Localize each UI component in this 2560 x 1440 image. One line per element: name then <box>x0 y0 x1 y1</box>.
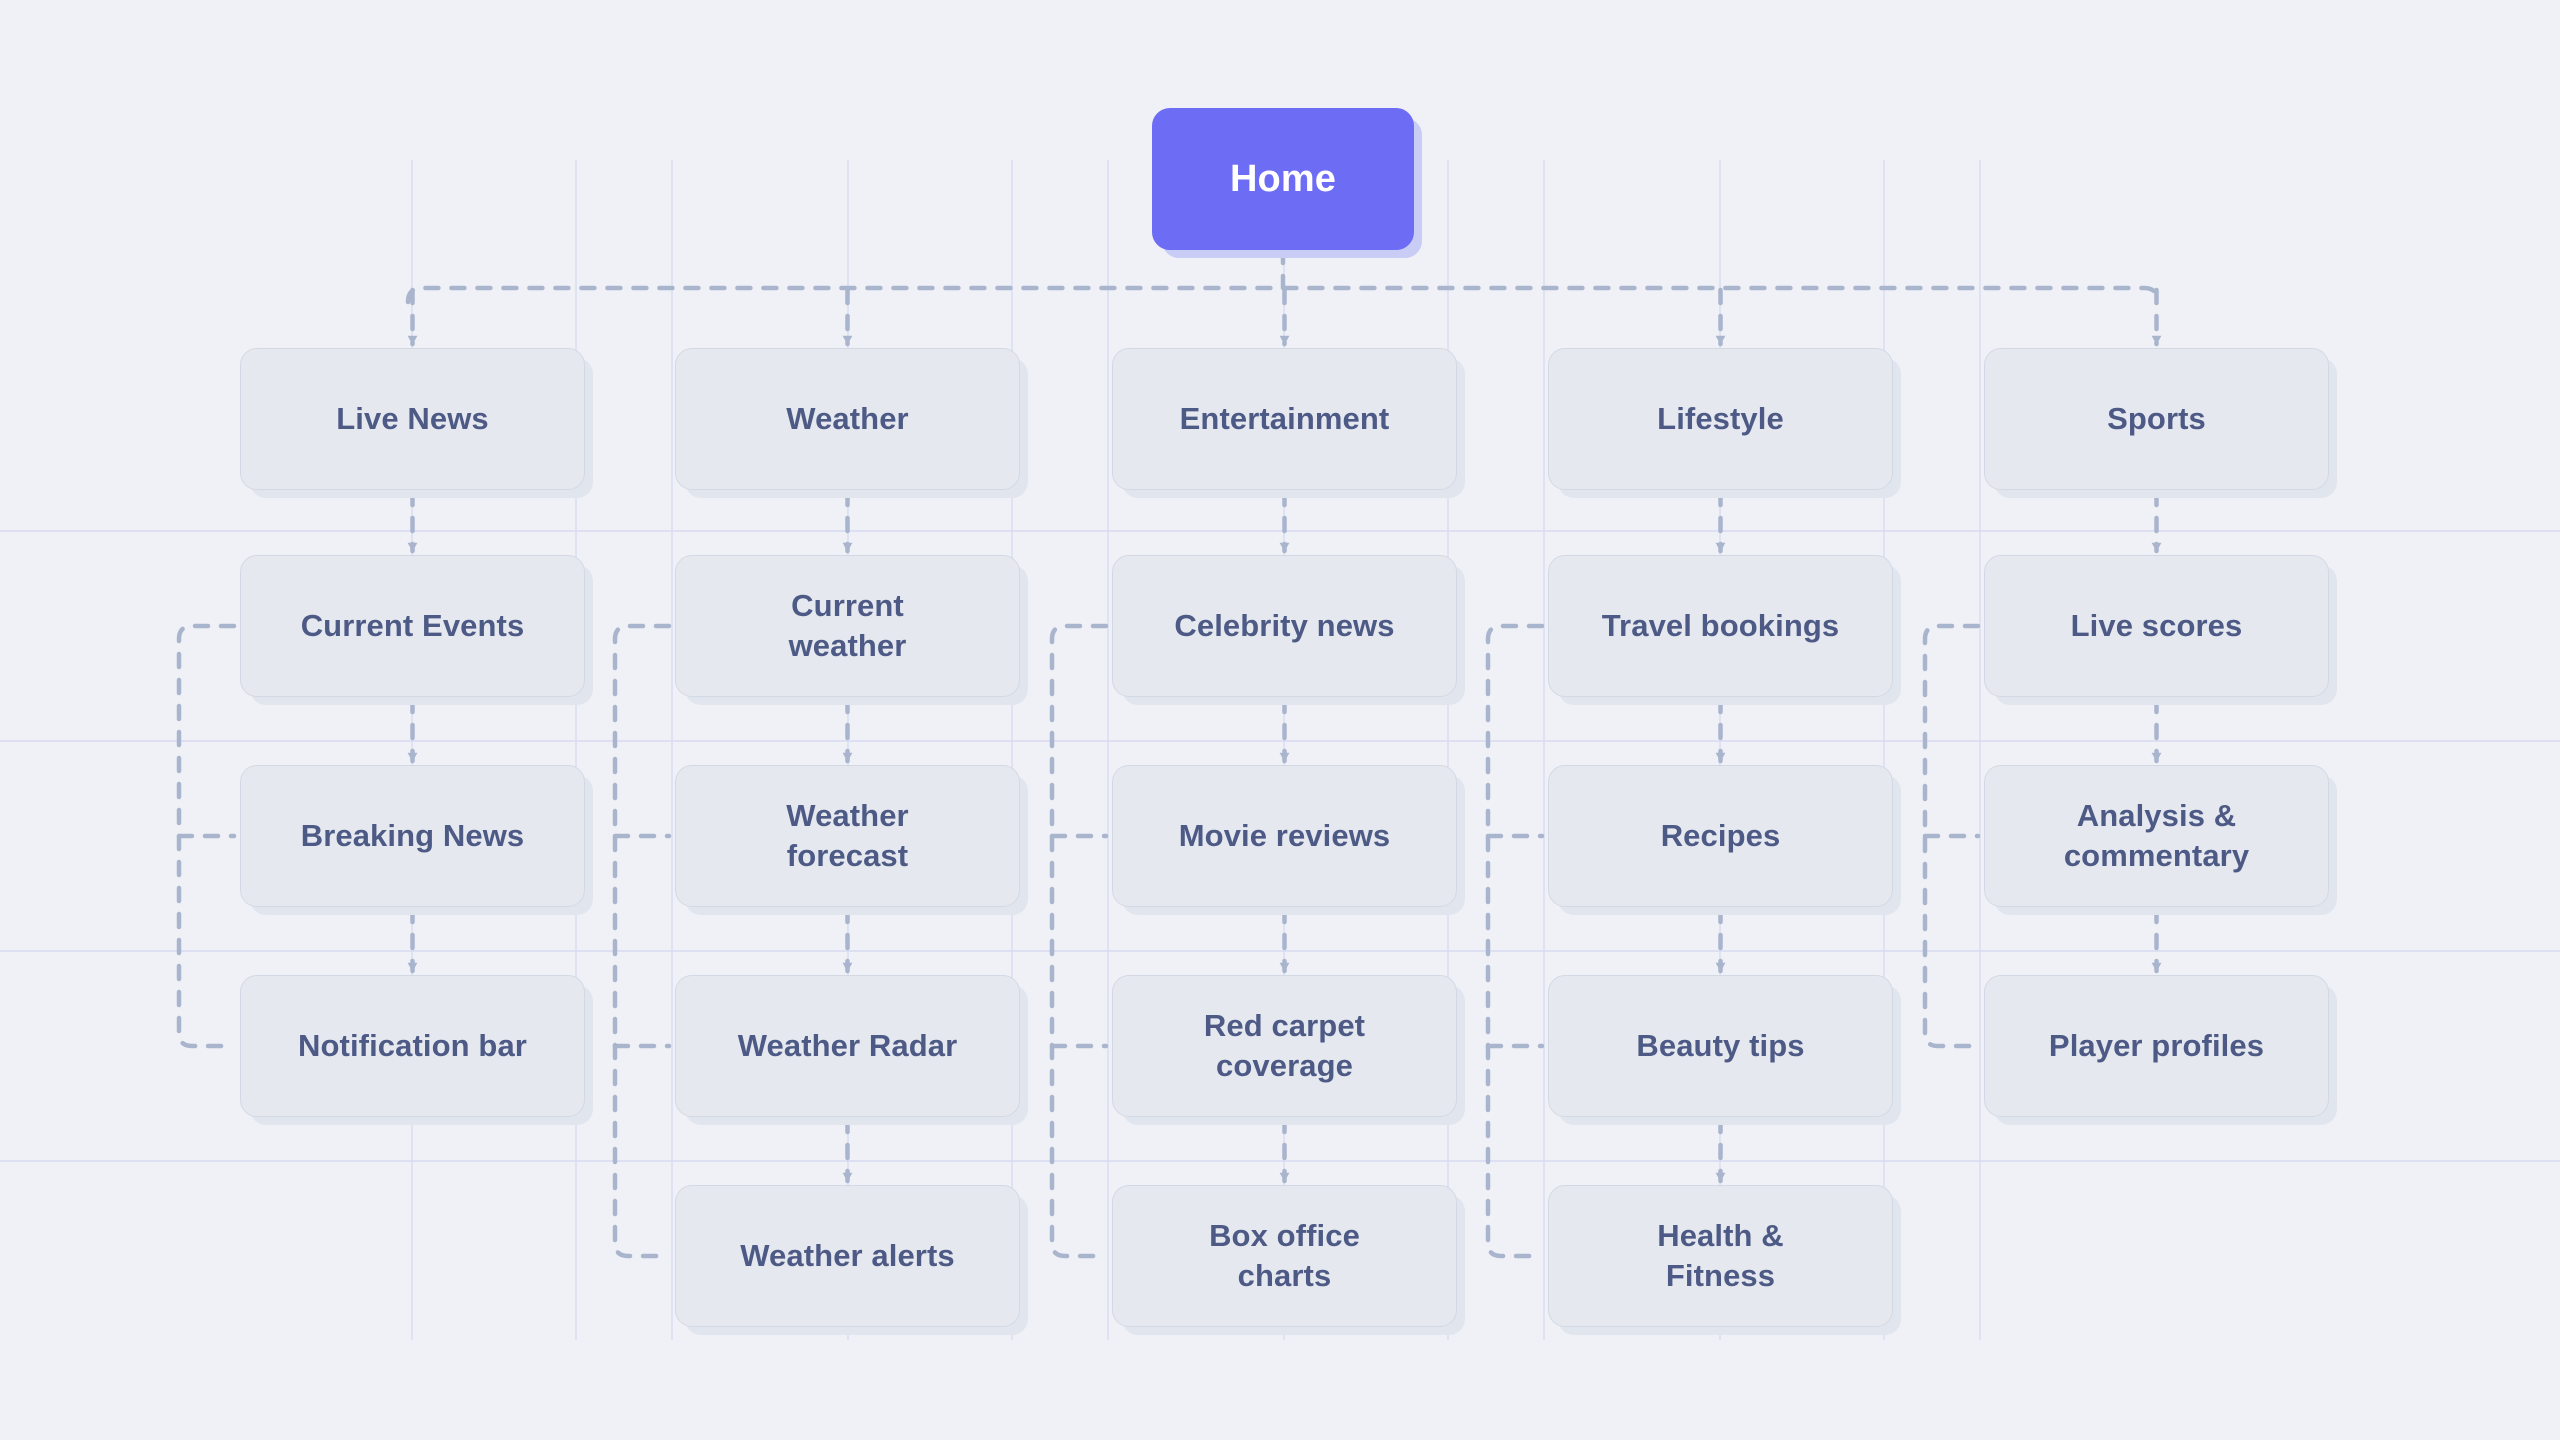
sitemap-node-label: Entertainment <box>1179 401 1390 437</box>
sitemap-node-label: Live scores <box>2070 608 2243 644</box>
sitemap-node-box-office-charts[interactable]: Box office charts <box>1112 1185 1457 1327</box>
sitemap-node-label: Weather forecast <box>786 798 909 873</box>
sitemap-node-label: Live News <box>336 401 489 437</box>
sitemap-node-current-events[interactable]: Current Events <box>240 555 585 697</box>
sitemap-node-lifestyle[interactable]: Lifestyle <box>1548 348 1893 490</box>
sitemap-node-label: Notification bar <box>298 1028 527 1064</box>
sitemap-node-label: Sports <box>2107 401 2206 437</box>
sitemap-node-label: Weather alerts <box>740 1238 955 1274</box>
sitemap-node-label: Current weather <box>788 588 907 663</box>
sitemap-node-sports[interactable]: Sports <box>1984 348 2329 490</box>
sitemap-node-weather-forecast[interactable]: Weather forecast <box>675 765 1020 907</box>
sitemap-node-celebrity-news[interactable]: Celebrity news <box>1112 555 1457 697</box>
sitemap-node-label: Player profiles <box>2048 1028 2265 1064</box>
sitemap-node-label: Movie reviews <box>1178 818 1391 854</box>
sitemap-node-analysis-commentary[interactable]: Analysis & commentary <box>1984 765 2329 907</box>
sitemap-node-label: Celebrity news <box>1174 608 1395 644</box>
sitemap-node-label: Weather Radar <box>737 1028 958 1064</box>
sitemap-node-health-fitness[interactable]: Health & Fitness <box>1548 1185 1893 1327</box>
sitemap-node-label: Red carpet coverage <box>1203 1008 1366 1083</box>
sitemap-node-label: Analysis & commentary <box>2063 798 2250 873</box>
sitemap-node-weather-radar[interactable]: Weather Radar <box>675 975 1020 1117</box>
sitemap-node-label: Health & Fitness <box>1657 1218 1784 1293</box>
sitemap-node-travel-bookings[interactable]: Travel bookings <box>1548 555 1893 697</box>
sitemap-canvas: Home Live News Current Events Breaking News… <box>0 0 2560 1440</box>
sitemap-node-notification-bar[interactable]: Notification bar <box>240 975 585 1117</box>
sitemap-node-live-scores[interactable]: Live scores <box>1984 555 2329 697</box>
sitemap-node-label: Travel bookings <box>1601 608 1840 644</box>
sitemap-node-label: Current Events <box>300 608 525 644</box>
node-layer: Home Live News Current Events Breaking News… <box>0 0 2560 1440</box>
sitemap-node-live-news[interactable]: Live News <box>240 348 585 490</box>
sitemap-node-home[interactable]: Home <box>1152 108 1414 250</box>
sitemap-node-weather-alerts[interactable]: Weather alerts <box>675 1185 1020 1327</box>
sitemap-node-entertainment[interactable]: Entertainment <box>1112 348 1457 490</box>
sitemap-node-label: Weather <box>786 401 909 437</box>
sitemap-node-label: Breaking News <box>300 818 525 854</box>
sitemap-node-label: Home <box>1230 157 1336 200</box>
sitemap-node-label: Lifestyle <box>1657 401 1784 437</box>
sitemap-node-label: Recipes <box>1660 818 1781 854</box>
sitemap-node-movie-reviews[interactable]: Movie reviews <box>1112 765 1457 907</box>
sitemap-node-player-profiles[interactable]: Player profiles <box>1984 975 2329 1117</box>
sitemap-node-weather[interactable]: Weather <box>675 348 1020 490</box>
sitemap-node-label: Box office charts <box>1209 1218 1360 1293</box>
sitemap-node-red-carpet-coverage[interactable]: Red carpet coverage <box>1112 975 1457 1117</box>
sitemap-node-recipes[interactable]: Recipes <box>1548 765 1893 907</box>
sitemap-node-current-weather[interactable]: Current weather <box>675 555 1020 697</box>
sitemap-node-label: Beauty tips <box>1636 1028 1805 1064</box>
sitemap-node-breaking-news[interactable]: Breaking News <box>240 765 585 907</box>
sitemap-node-beauty-tips[interactable]: Beauty tips <box>1548 975 1893 1117</box>
